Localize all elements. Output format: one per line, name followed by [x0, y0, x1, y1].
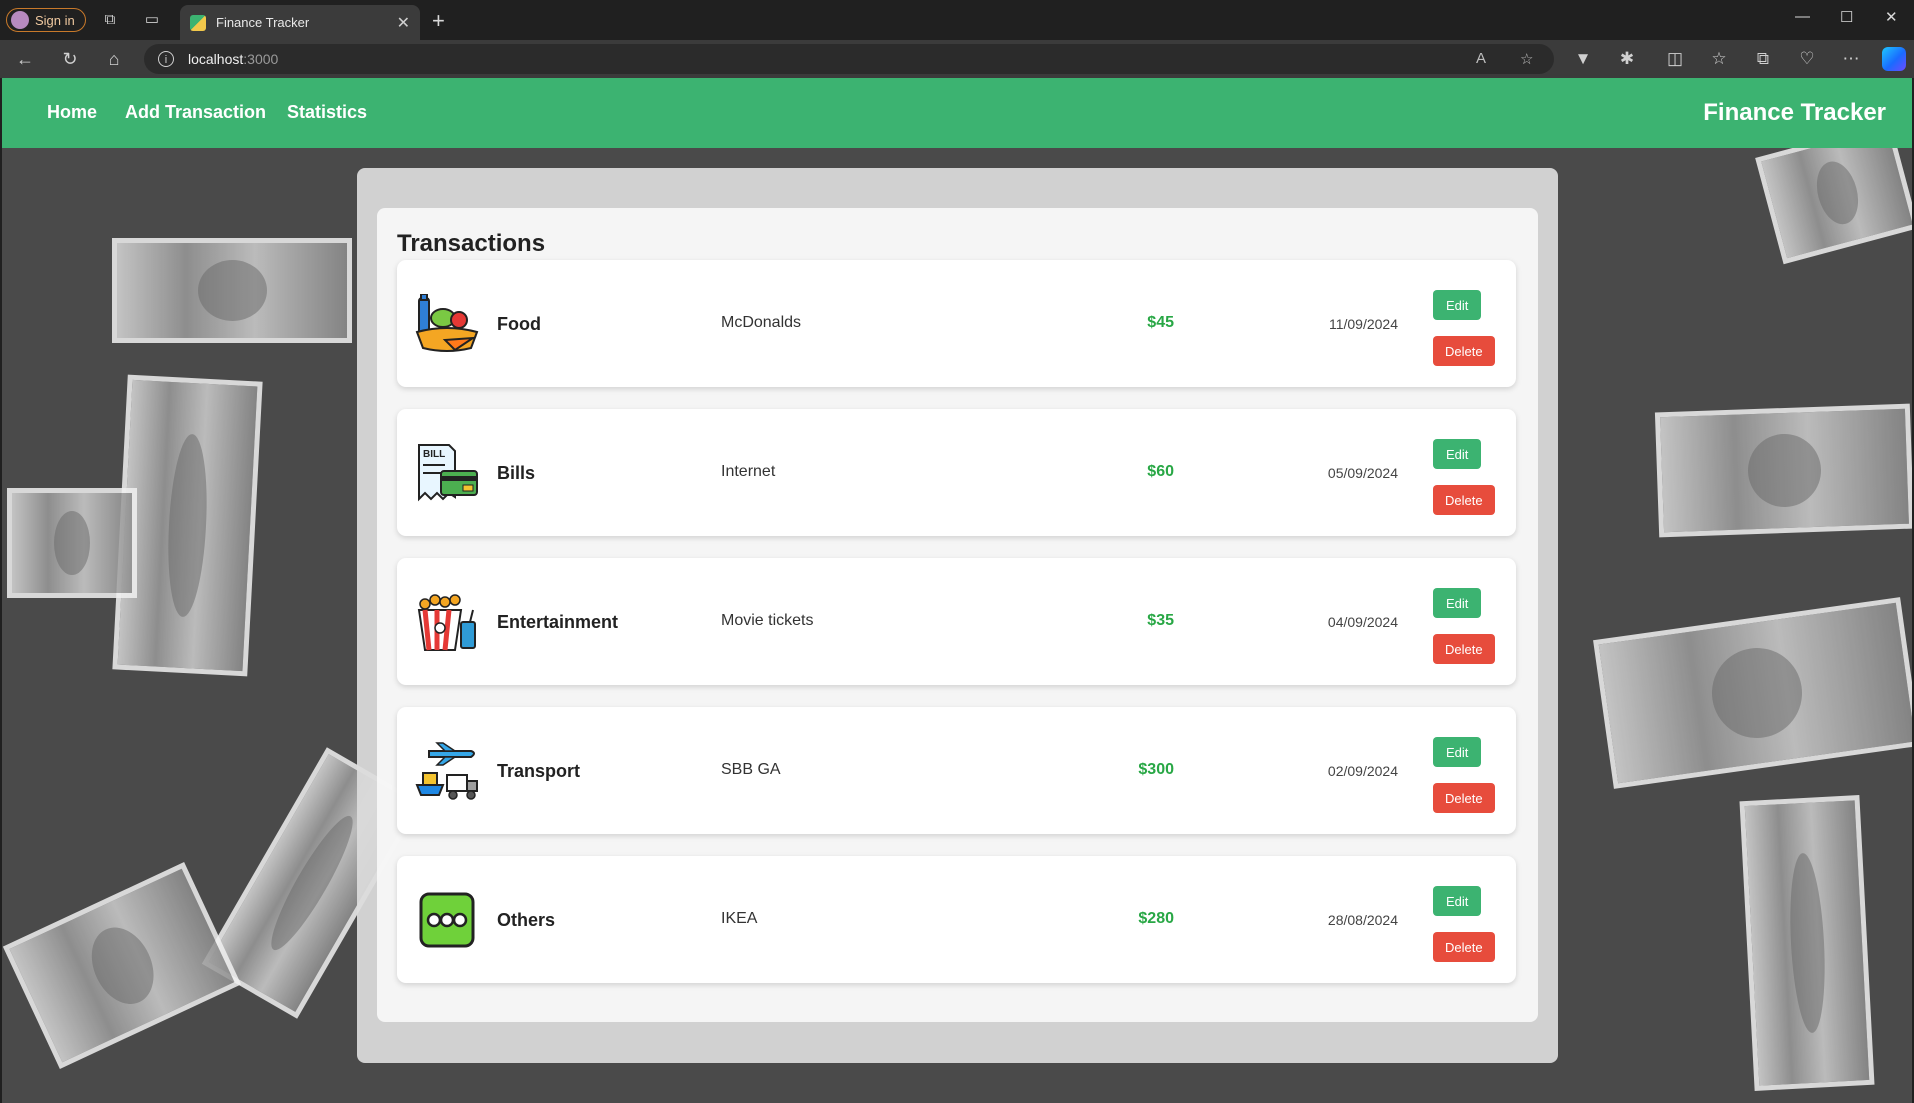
extensions-icon[interactable]: ✱ — [1616, 49, 1638, 69]
background-banknote — [1739, 795, 1875, 1091]
category-label: Food — [497, 314, 541, 334]
copilot-icon[interactable] — [1882, 47, 1906, 71]
delete-button[interactable]: Delete — [1433, 336, 1495, 366]
nav-home-link[interactable]: Home — [47, 102, 97, 123]
split-screen-icon[interactable]: ◫ — [1664, 49, 1686, 69]
description-label: Movie tickets — [721, 612, 814, 629]
amount-label: $60 — [1147, 463, 1174, 480]
amount-label: $280 — [1138, 910, 1174, 927]
date-label: 02/09/2024 — [1327, 763, 1398, 779]
amount-label: $300 — [1138, 761, 1174, 778]
background-banknote — [1654, 403, 1912, 538]
delete-button[interactable]: Delete — [1433, 783, 1495, 813]
category-label: Bills — [497, 463, 536, 483]
collections-icon[interactable]: ⧉ — [1752, 49, 1774, 69]
url-port: :3000 — [243, 51, 279, 67]
delete-button[interactable]: Delete — [1433, 932, 1495, 962]
edit-button[interactable]: Edit — [1433, 737, 1482, 767]
transactions-heading: Transactions — [397, 230, 546, 257]
edit-button[interactable]: Edit — [1433, 886, 1482, 916]
sign-in-button[interactable]: Sign in — [6, 8, 86, 32]
home-icon[interactable]: ⌂ — [103, 49, 125, 70]
more-menu-icon[interactable]: ⋯ — [1840, 49, 1862, 69]
description-label: IKEA — [721, 910, 758, 927]
edit-button[interactable]: Edit — [1433, 290, 1482, 320]
date-label: 11/09/2024 — [1328, 316, 1398, 332]
nav-add-transaction-link[interactable]: Add Transaction — [125, 102, 266, 123]
transaction-card-entertainment: Entertainment Movie tickets $35 04/09/20… — [397, 558, 1516, 685]
site-info-icon[interactable]: i — [158, 51, 174, 67]
profile-avatar-icon — [11, 11, 29, 29]
favorites-icon[interactable]: ☆ — [1708, 49, 1730, 69]
read-aloud-icon[interactable]: A — [1476, 50, 1486, 67]
category-label: Transport — [497, 761, 581, 781]
category-label: Others — [497, 910, 556, 930]
edit-button[interactable]: Edit — [1433, 439, 1482, 469]
delete-button[interactable]: Delete — [1433, 485, 1495, 515]
background-banknote — [1593, 597, 1912, 789]
edit-button[interactable]: Edit — [1433, 588, 1482, 618]
refresh-icon[interactable]: ↻ — [59, 49, 81, 70]
url-field[interactable]: i localhost:3000 A ☆ — [144, 44, 1554, 74]
background-banknote — [7, 488, 137, 598]
maximize-icon[interactable]: ☐ — [1840, 8, 1853, 26]
description-label: Internet — [721, 463, 776, 480]
transaction-card-others: Others IKEA $280 28/08/2024 Edit Delete — [397, 856, 1516, 983]
back-icon[interactable]: ← — [14, 49, 36, 70]
url-host: localhost — [188, 51, 244, 67]
favicon-icon — [190, 14, 206, 31]
transport-icon — [415, 742, 478, 800]
amount-label: $45 — [1147, 314, 1174, 331]
workspaces-icon[interactable]: ⧉ — [101, 11, 119, 29]
tab-actions-icon[interactable]: ▭ — [143, 11, 161, 29]
transaction-card-bills: BILL Bills Internet $60 05/09/2024 Edit … — [397, 409, 1516, 536]
sign-in-label: Sign in — [35, 12, 75, 28]
app-brand[interactable]: Finance Tracker — [1703, 99, 1886, 127]
more-icon — [419, 892, 475, 948]
minimize-icon[interactable]: — — [1795, 8, 1810, 25]
background-banknote — [112, 238, 352, 343]
transactions-panel: Transactions Food McDonalds $45 11/09/20… — [377, 208, 1538, 1022]
svg-text:BILL: BILL — [423, 449, 445, 460]
tab-close-icon[interactable]: ✕ — [397, 13, 410, 33]
date-label: 04/09/2024 — [1327, 614, 1398, 630]
favorite-star-icon[interactable]: ☆ — [1520, 50, 1533, 68]
tab-title: Finance Tracker — [216, 15, 310, 30]
background-banknote — [2, 862, 242, 1069]
page-viewport: Home Add Transaction Statistics Finance … — [2, 78, 1912, 1103]
date-label: 05/09/2024 — [1327, 465, 1398, 481]
food-icon — [415, 294, 479, 352]
popcorn-icon — [417, 594, 476, 651]
address-toolbar: ← ↻ ⌂ i localhost:3000 A ☆ ▼ ✱ ◫ ☆ ⧉ ♡ ⋯ — [0, 40, 1914, 78]
window-close-icon[interactable]: ✕ — [1885, 8, 1898, 26]
delete-button[interactable]: Delete — [1433, 634, 1495, 664]
transaction-card-transport: Transport SBB GA $300 02/09/2024 Edit De… — [397, 707, 1516, 834]
description-label: SBB GA — [721, 761, 781, 778]
main-container: Transactions Food McDonalds $45 11/09/20… — [357, 168, 1558, 1063]
app-navbar: Home Add Transaction Statistics Finance … — [2, 78, 1912, 148]
category-label: Entertainment — [497, 612, 619, 632]
browser-tab-bar: Sign in ⧉ ▭ Finance Tracker ✕ + — ☐ ✕ — [0, 0, 1914, 40]
description-label: McDonalds — [721, 314, 802, 331]
transaction-card-food: Food McDonalds $45 11/09/2024 Edit Delet… — [397, 260, 1516, 387]
browser-essentials-icon[interactable]: ♡ — [1796, 49, 1818, 69]
extension-v-icon[interactable]: ▼ — [1572, 49, 1594, 69]
date-label: 28/08/2024 — [1327, 912, 1398, 928]
bill-icon: BILL — [418, 444, 478, 502]
new-tab-icon[interactable]: + — [432, 8, 445, 34]
browser-tab[interactable]: Finance Tracker ✕ — [180, 5, 420, 40]
nav-statistics-link[interactable]: Statistics — [287, 102, 367, 123]
amount-label: $35 — [1147, 612, 1174, 629]
